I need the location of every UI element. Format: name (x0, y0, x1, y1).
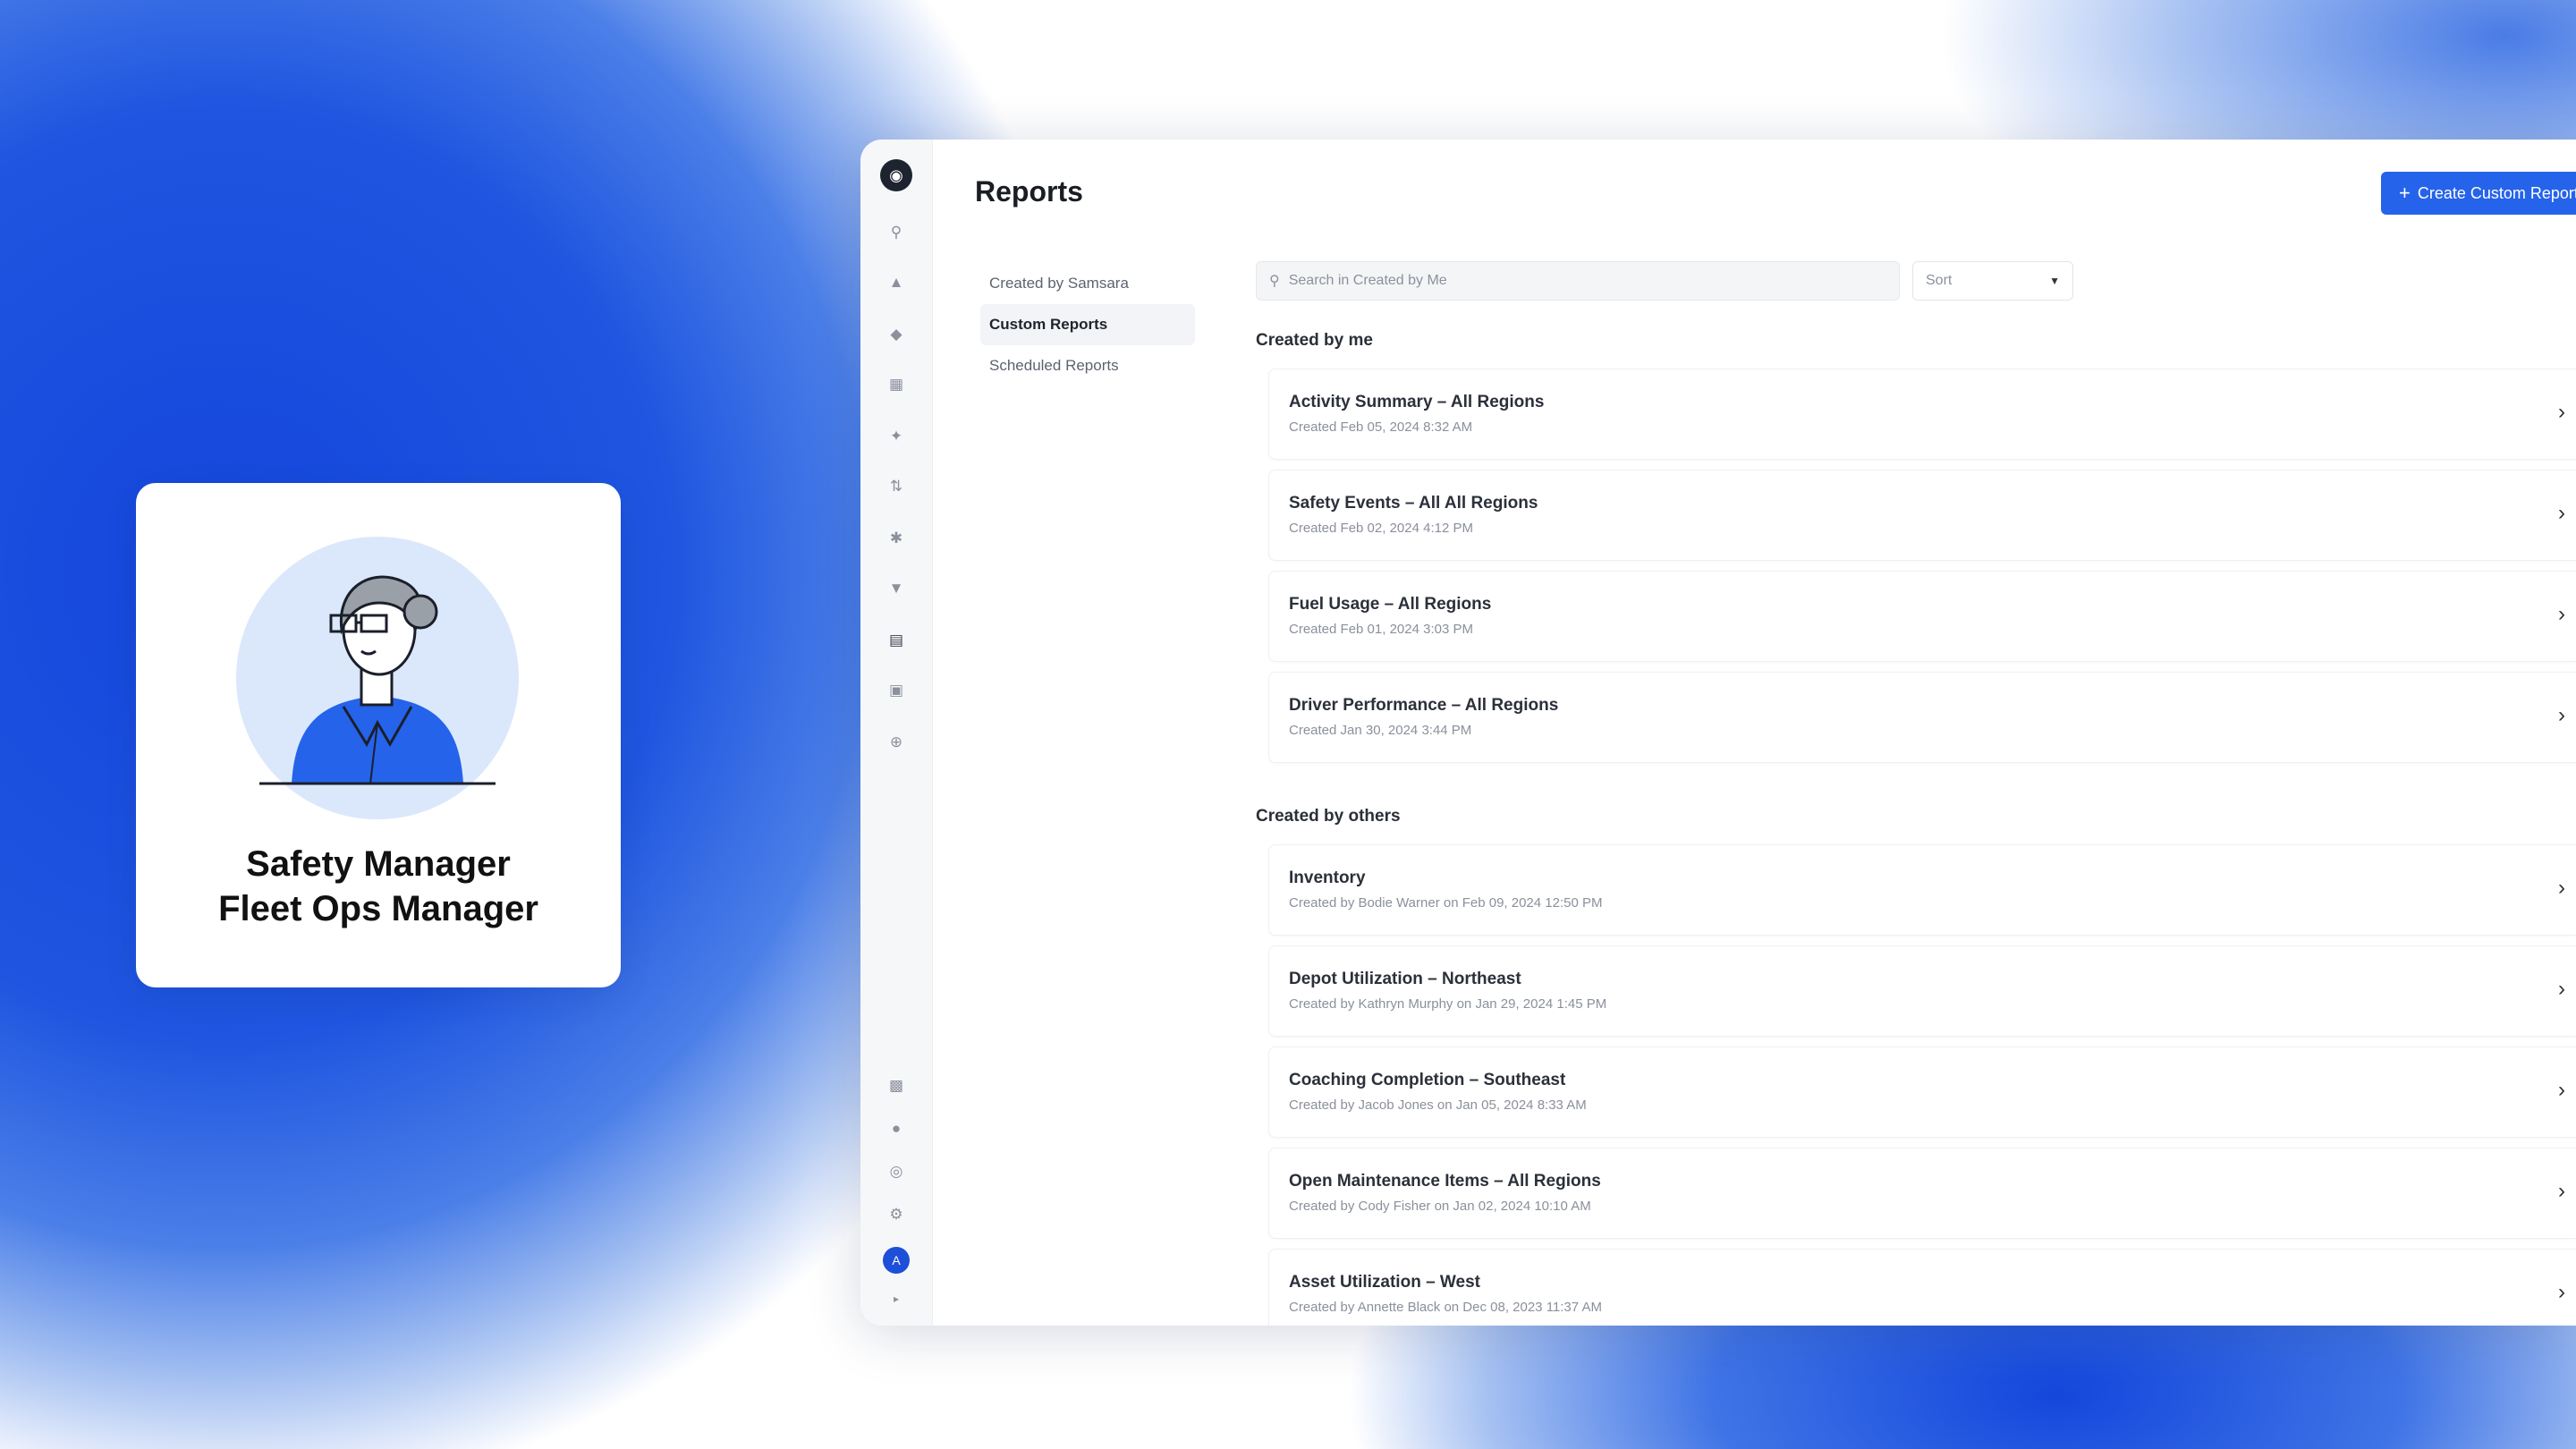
report-meta: Created Feb 02, 2024 4:12 PM (1289, 521, 1473, 536)
sort-label: Sort (1926, 273, 1953, 288)
search-placeholder: Search in Created by Me (1288, 273, 1447, 288)
report-name: Open Maintenance Items – All Regions (1289, 1172, 1601, 1191)
chevron-right-icon: › (2558, 1179, 2565, 1203)
report-meta: Created by Jacob Jones on Jan 05, 2024 8… (1289, 1097, 1587, 1113)
compliance-icon[interactable]: ▼ (887, 580, 905, 597)
section-heading-created-by-others: Created by others (1256, 807, 1401, 826)
report-meta: Created by Kathryn Murphy on Jan 29, 202… (1289, 996, 1607, 1012)
app-window: ◉ ⚲ ▲ ◆ ▦ ✦ ⇅ ✱ ▼ ▤ ▣ ⊕ ▩ ● ◎ ⚙ A ▸ Repo… (860, 140, 2576, 1326)
report-meta: Created Feb 05, 2024 8:32 AM (1289, 419, 1473, 435)
list-item[interactable]: Safety Events – All All Regions Created … (1268, 470, 2576, 561)
subnav-created-by-samsara[interactable]: Created by Samsara (980, 263, 1195, 304)
gear-cog-icon[interactable]: ✱ (887, 530, 905, 547)
chevron-right-icon: › (2558, 977, 2565, 1001)
chevron-right-icon: › (2558, 1078, 2565, 1102)
plus-icon: + (2399, 182, 2411, 204)
chat-icon[interactable]: ▩ (887, 1077, 905, 1095)
list-item[interactable]: Fuel Usage – All Regions Created Feb 01,… (1268, 571, 2576, 662)
report-name: Depot Utilization – Northeast (1289, 970, 1521, 988)
report-name: Driver Performance – All Regions (1289, 696, 1559, 715)
list-item[interactable]: Driver Performance – All Regions Created… (1268, 672, 2576, 763)
search-icon[interactable]: ⚲ (887, 224, 905, 242)
shield-icon[interactable]: ◆ (887, 326, 905, 343)
list-item[interactable]: Activity Summary – All Regions Created F… (1268, 369, 2576, 460)
calendar-icon[interactable]: ▣ (887, 682, 905, 699)
report-name: Fuel Usage – All Regions (1289, 595, 1492, 614)
chevron-right-icon: › (2558, 703, 2565, 727)
wrench-icon[interactable]: ✦ (887, 428, 905, 445)
reports-subnav: Created by Samsara Custom Reports Schedu… (980, 263, 1195, 386)
search-input[interactable]: ⚲ Search in Created by Me (1256, 261, 1900, 301)
report-name: Safety Events – All All Regions (1289, 494, 1538, 513)
search-icon: ⚲ (1269, 274, 1280, 289)
my-reports-list: Activity Summary – All Regions Created F… (1268, 369, 2576, 773)
report-name: Asset Utilization – West (1289, 1273, 1480, 1292)
report-name: Inventory (1289, 869, 1366, 887)
list-item[interactable]: Asset Utilization – West Created by Anne… (1268, 1249, 2576, 1326)
report-meta: Created by Bodie Warner on Feb 09, 2024 … (1289, 895, 1603, 911)
chevron-right-icon: › (2558, 602, 2565, 626)
report-name: Activity Summary – All Regions (1289, 393, 1545, 411)
truck-icon[interactable]: ▲ (887, 274, 905, 292)
list-item[interactable]: Coaching Completion – Southeast Created … (1268, 1046, 2576, 1138)
report-meta: Created by Cody Fisher on Jan 02, 2024 1… (1289, 1199, 1591, 1214)
route-icon[interactable]: ⇅ (887, 478, 905, 496)
globe-icon[interactable]: ◎ (887, 1163, 905, 1181)
chevron-right-icon: › (2558, 400, 2565, 424)
avatar[interactable]: A (883, 1247, 910, 1274)
list-item[interactable]: Open Maintenance Items – All Regions Cre… (1268, 1148, 2576, 1239)
reports-icon[interactable]: ▤ (887, 631, 905, 649)
subnav-custom-reports[interactable]: Custom Reports (980, 304, 1195, 345)
persona-card: Safety Manager Fleet Ops Manager (136, 483, 621, 987)
bell-icon[interactable]: ● (887, 1120, 905, 1138)
chevron-right-icon: › (2558, 501, 2565, 525)
chevron-right-icon: › (2558, 1280, 2565, 1304)
chevron-right-icon[interactable]: ▸ (887, 1290, 905, 1308)
plus-box-icon[interactable]: ⊕ (887, 733, 905, 751)
subnav-scheduled-reports[interactable]: Scheduled Reports (980, 345, 1195, 386)
list-item[interactable]: Depot Utilization – Northeast Created by… (1268, 945, 2576, 1037)
report-name: Coaching Completion – Southeast (1289, 1071, 1566, 1089)
report-meta: Created by Annette Black on Dec 08, 2023… (1289, 1300, 1602, 1315)
report-meta: Created Jan 30, 2024 3:44 PM (1289, 723, 1472, 738)
create-custom-report-button[interactable]: + Create Custom Report (2381, 172, 2576, 215)
sidebar-rail: ◉ ⚲ ▲ ◆ ▦ ✦ ⇅ ✱ ▼ ▤ ▣ ⊕ ▩ ● ◎ ⚙ A ▸ (860, 140, 933, 1326)
persona-illustration (236, 537, 519, 819)
chevron-right-icon: › (2558, 876, 2565, 900)
logo-icon[interactable]: ◉ (880, 159, 912, 191)
report-meta: Created Feb 01, 2024 3:03 PM (1289, 622, 1473, 637)
settings-icon[interactable]: ⚙ (887, 1206, 905, 1224)
persona-role-primary: Safety Manager (246, 844, 511, 884)
section-heading-created-by-me: Created by me (1256, 331, 1373, 350)
others-reports-list: Inventory Created by Bodie Warner on Feb… (1268, 844, 2576, 1326)
list-item[interactable]: Inventory Created by Bodie Warner on Feb… (1268, 844, 2576, 936)
page-title: Reports (975, 175, 1083, 208)
chevron-down-icon: ▼ (2049, 275, 2060, 287)
clipboard-icon[interactable]: ▦ (887, 376, 905, 394)
sort-dropdown[interactable]: Sort ▼ (1912, 261, 2073, 301)
persona-role-secondary: Fleet Ops Manager (218, 889, 538, 928)
create-button-label: Create Custom Report (2417, 183, 2576, 202)
